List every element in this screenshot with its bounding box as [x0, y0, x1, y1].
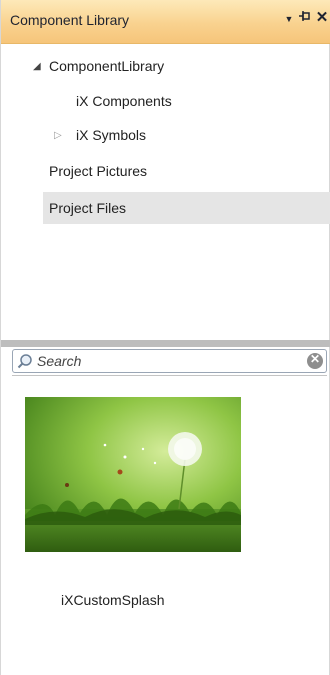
search-icon — [17, 354, 32, 369]
panel-splitter[interactable] — [1, 340, 330, 347]
green-grass-dandelion-image — [25, 397, 241, 552]
panel-titlebar[interactable]: Component Library ▼ ✕ — [1, 0, 330, 44]
close-icon[interactable]: ✕ — [314, 8, 330, 30]
search-divider — [12, 375, 327, 376]
component-library-panel: Component Library ▼ ✕ ◢ ComponentLibrary… — [0, 0, 330, 675]
component-tree: ◢ ComponentLibrary iX Components ▷ iX Sy… — [1, 44, 330, 340]
tree-item-project-files[interactable]: Project Files — [49, 194, 126, 222]
pin-icon[interactable] — [297, 10, 313, 32]
tree-item-ix-symbols[interactable]: iX Symbols — [76, 121, 146, 149]
search-input[interactable] — [37, 351, 297, 371]
tree-item-project-pictures[interactable]: Project Pictures — [49, 157, 147, 185]
tree-item-componentlibrary[interactable]: ComponentLibrary — [49, 52, 164, 80]
panel-title: Component Library — [10, 12, 130, 28]
clear-search-icon[interactable]: ✕ — [307, 352, 323, 369]
search-box[interactable]: ✕ — [12, 349, 327, 373]
expanded-arrow-icon[interactable]: ◢ — [33, 61, 41, 72]
pin-icon-glyph — [298, 11, 310, 21]
chevron-down-icon[interactable]: ▼ — [281, 14, 297, 36]
library-item-thumbnail[interactable] — [25, 397, 241, 552]
library-item-label[interactable]: iXCustomSplash — [61, 592, 165, 608]
collapsed-arrow-icon[interactable]: ▷ — [54, 130, 62, 141]
tree-item-ix-components[interactable]: iX Components — [76, 87, 172, 115]
